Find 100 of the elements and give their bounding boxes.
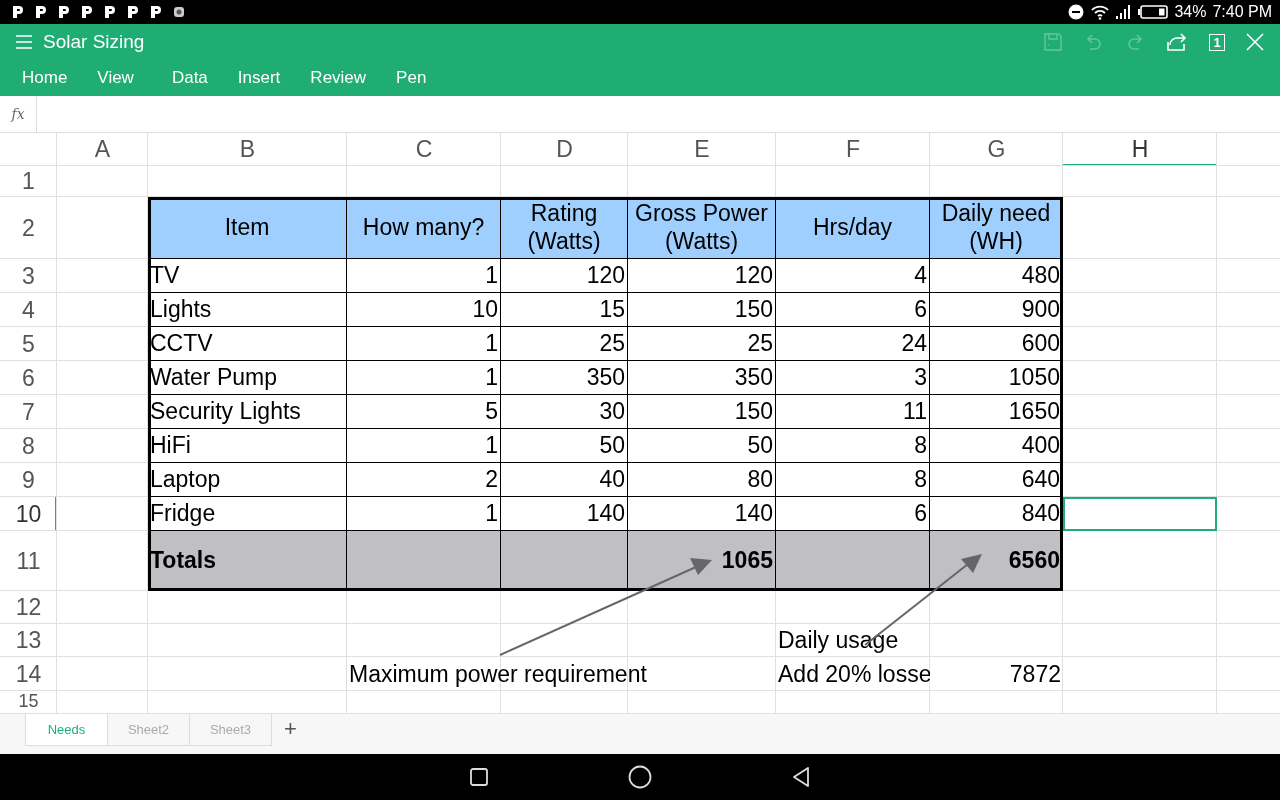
cell-text: Maximum power requirement: [349, 660, 647, 688]
column-header[interactable]: C: [347, 133, 501, 166]
column-header[interactable]: H: [1063, 133, 1217, 166]
table-header-cell: Daily need (WH): [930, 197, 1063, 259]
table-cell: Fridge: [148, 497, 347, 531]
notification-icon: [12, 5, 24, 19]
row-header[interactable]: 2: [0, 197, 57, 259]
row-header[interactable]: 13: [0, 624, 57, 657]
table-cell: 50: [628, 429, 776, 463]
function-label: fx: [0, 96, 37, 132]
table-header-cell: Item: [148, 197, 347, 259]
row-header[interactable]: 1: [0, 166, 57, 197]
column-header[interactable]: A: [57, 133, 148, 166]
battery-icon: [1138, 5, 1169, 19]
table-cell: 120: [628, 259, 776, 293]
clock-time: 7:40 PM: [1212, 3, 1272, 21]
table-cell: Lights: [148, 293, 347, 327]
close-icon[interactable]: [1246, 33, 1264, 51]
recent-apps-icon[interactable]: [470, 768, 488, 786]
table-cell: TV: [148, 259, 347, 293]
table-cell: 8: [776, 429, 930, 463]
do-not-disturb-icon: [1068, 4, 1085, 20]
table-cell: 80: [628, 463, 776, 497]
table-cell: 50: [501, 429, 628, 463]
table-header-cell: Gross Power (Watts): [628, 197, 776, 259]
table-cell: 30: [501, 395, 628, 429]
notification-icon: [150, 5, 162, 19]
row-header[interactable]: 6: [0, 361, 57, 395]
share-icon[interactable]: [1166, 32, 1188, 52]
table-cell: 350: [501, 361, 628, 395]
table-cell: 140: [501, 497, 628, 531]
row-header[interactable]: 10: [0, 497, 57, 531]
table-cell: 1: [347, 497, 501, 531]
column-header[interactable]: G: [930, 133, 1063, 166]
notification-icon: [127, 5, 139, 19]
table-header-cell: Rating (Watts): [501, 197, 628, 259]
table-cell: 6: [776, 497, 930, 531]
add-sheet-button[interactable]: +: [284, 714, 297, 744]
table-cell: 25: [628, 327, 776, 361]
table-cell: 350: [628, 361, 776, 395]
document-title: Solar Sizing: [43, 31, 145, 53]
column-header[interactable]: F: [776, 133, 930, 166]
column-header[interactable]: B: [148, 133, 347, 166]
table-cell: Laptop: [148, 463, 347, 497]
column-header[interactable]: E: [628, 133, 776, 166]
notification-icon: [81, 5, 93, 19]
table-cell: 15: [501, 293, 628, 327]
table-cell: 3: [776, 361, 930, 395]
table-cell: Security Lights: [148, 395, 347, 429]
totals-cell: 6560: [930, 531, 1063, 591]
battery-percent: 34%: [1174, 3, 1207, 21]
table-cell: HiFi: [148, 429, 347, 463]
notification-icon: [35, 5, 47, 19]
table-cell: 40: [501, 463, 628, 497]
cell-text: 7872: [1009, 660, 1061, 688]
row-header[interactable]: 7: [0, 395, 57, 429]
notification-icon: [58, 5, 70, 19]
table-cell: 25: [501, 327, 628, 361]
table-cell: 10: [347, 293, 501, 327]
table-cell: 1: [347, 361, 501, 395]
table-cell: 1: [347, 327, 501, 361]
table-cell: 11: [776, 395, 930, 429]
table-cell: 140: [628, 497, 776, 531]
menu-icon[interactable]: [16, 35, 32, 49]
row-header[interactable]: 15: [0, 691, 57, 713]
notification-icon: [104, 5, 116, 19]
home-icon[interactable]: [628, 765, 652, 789]
table-cell: CCTV: [148, 327, 347, 361]
table-cell: 24: [776, 327, 930, 361]
table-cell: 5: [347, 395, 501, 429]
row-header[interactable]: 8: [0, 429, 57, 463]
app-icon: [173, 6, 185, 18]
row-header[interactable]: 4: [0, 293, 57, 327]
signal-icon: [1116, 5, 1133, 19]
back-icon[interactable]: [792, 767, 810, 787]
table-cell: 1: [347, 259, 501, 293]
table-cell: 1: [347, 429, 501, 463]
selected-cell[interactable]: [1063, 497, 1217, 531]
table-header-cell: How many?: [347, 197, 501, 259]
row-header[interactable]: 11: [0, 531, 57, 591]
totals-cell: 1065: [628, 531, 776, 591]
column-header[interactable]: D: [501, 133, 628, 166]
row-header[interactable]: 9: [0, 463, 57, 497]
table-cell: 8: [776, 463, 930, 497]
table-cell: Water Pump: [148, 361, 347, 395]
table-cell: 2: [347, 463, 501, 497]
table-cell: 4: [776, 259, 930, 293]
row-header[interactable]: 14: [0, 657, 57, 691]
table-header-cell: Hrs/day: [776, 197, 930, 259]
row-header[interactable]: 5: [0, 327, 57, 361]
totals-cell: Totals: [148, 531, 347, 591]
table-cell: 120: [501, 259, 628, 293]
row-header[interactable]: 3: [0, 259, 57, 293]
table-cell: 150: [628, 395, 776, 429]
row-header[interactable]: 12: [0, 591, 57, 624]
table-cell: 150: [628, 293, 776, 327]
cell-text: Daily usage: [778, 627, 899, 654]
table-cell: 6: [776, 293, 930, 327]
cell-text: Add 20% losse: [778, 660, 930, 688]
wifi-icon: [1090, 4, 1111, 20]
